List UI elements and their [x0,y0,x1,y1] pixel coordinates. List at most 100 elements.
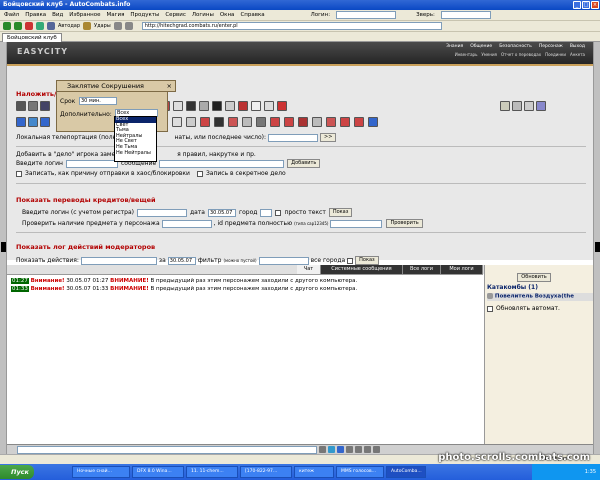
subnav-profile[interactable]: Анкета [570,52,585,57]
spell-icon[interactable] [214,117,224,127]
spell-icon[interactable] [40,117,50,127]
subnav-skills[interactable]: Умения [481,52,497,57]
player-row[interactable]: Повелитель Воздуха(the [487,293,593,301]
tab-system-messages[interactable]: Системные сообщения [321,265,403,274]
menu-logins[interactable]: Логины [192,12,214,18]
spell-icon[interactable] [354,117,364,127]
auto-refresh-checkbox[interactable] [487,305,493,312]
filter-icon[interactable] [346,446,353,453]
menu-file[interactable]: Файл [4,12,19,18]
transfers-date-input[interactable]: 30.05.07 [207,208,236,217]
spell-icon[interactable] [312,117,322,127]
back-icon[interactable] [3,22,11,30]
subnav-inventory[interactable]: Инвентарь [455,52,478,57]
tab-all-logs[interactable]: Все логи [403,265,441,274]
menu-favorites[interactable]: Избранное [69,12,100,18]
menu-view[interactable]: Вид [52,12,63,18]
spell-icon[interactable] [225,101,235,111]
right-collapse-handle[interactable] [595,242,600,252]
send-icon[interactable] [319,446,326,453]
taskbar-item[interactable]: 11. 11-chem... [186,466,238,478]
spell-icon[interactable] [16,117,26,127]
spell-icon[interactable] [186,101,196,111]
moder-date-input[interactable]: 30.05.07 [167,256,196,265]
login-select[interactable] [336,11,397,19]
transfers-city-select[interactable] [260,208,273,217]
browser-tab[interactable]: Бойцовский клуб [2,33,62,42]
nav-exit[interactable]: Выход [570,44,585,49]
smiles-icon[interactable] [328,446,335,453]
dialog-term-select[interactable]: 30 мин. [79,97,117,105]
spell-icon[interactable] [270,117,280,127]
maximize-button[interactable]: □ [582,1,590,9]
menu-edit[interactable]: Правка [25,12,46,18]
taskbar-item[interactable]: Ночные снай... [72,466,130,478]
item-check-button[interactable]: Проверить [386,219,423,228]
case-add-button[interactable]: Добавить [287,159,321,168]
transfers-show-button[interactable]: Показ [328,208,353,217]
spell-icon[interactable] [512,101,522,111]
moder-actions-select[interactable] [80,256,157,265]
nav-knowledge[interactable]: Знания [446,44,463,49]
spell-icon[interactable] [28,101,38,111]
menu-magic[interactable]: Магия [107,12,125,18]
spell-icon[interactable] [242,117,252,127]
dropdown-option[interactable]: Не Нейтралы [115,150,156,157]
spell-icon[interactable] [251,101,261,111]
item-owner-input[interactable] [161,219,212,228]
address-bar[interactable]: http://hitechgrad.combats.ru/enter.pl [141,22,442,30]
spell-icon[interactable] [368,117,378,127]
menu-help[interactable]: Справка [240,12,264,18]
stop-icon[interactable] [25,22,33,30]
left-frame-bar[interactable] [0,42,7,462]
teleport-input[interactable] [268,133,319,142]
scroll-icon[interactable] [373,446,380,453]
moder-all-cities-checkbox[interactable] [347,257,354,264]
nav-chat[interactable]: Общение [470,44,492,49]
autodef-button[interactable]: Автодар [58,23,80,29]
taskbar-item[interactable]: MMS голосов... [336,466,384,478]
subnav-transfers[interactable]: Отчет о переводах [501,52,541,57]
sound-icon[interactable] [364,446,371,453]
print-icon[interactable] [124,22,133,30]
moder-show-button[interactable]: Показ [355,256,379,265]
right-frame-bar[interactable] [593,42,600,462]
spell-icon[interactable] [173,101,183,111]
extra-dropdown-list[interactable]: Всех Свет Тьма Нейтралы Не Свет Не Тьма … [114,116,157,162]
runes-icon[interactable] [83,22,92,30]
case-message-input[interactable] [159,159,285,168]
spell-icon[interactable] [500,101,510,111]
runes-button[interactable]: Удары [94,23,111,29]
minimize-button[interactable]: _ [573,1,581,9]
spell-icon[interactable] [524,101,534,111]
spell-icon[interactable] [277,101,287,111]
tab-my-logs[interactable]: Мои логи [441,265,483,274]
spell-icon[interactable] [212,101,222,111]
forward-icon[interactable] [14,22,22,30]
teleport-go-button[interactable]: >> [320,133,337,142]
plain-text-checkbox[interactable] [275,209,282,216]
spell-icon[interactable] [172,117,182,127]
nav-security[interactable]: Безопасность [499,44,532,49]
secret-checkbox[interactable] [196,170,203,177]
moder-filter-input[interactable] [258,256,309,265]
left-collapse-handle[interactable] [1,242,6,252]
chaos-checkbox[interactable] [16,170,22,177]
spell-icon[interactable] [186,117,196,127]
beast-select[interactable] [440,11,491,19]
refresh-icon[interactable] [36,22,44,30]
spell-icon[interactable] [238,101,248,111]
menu-windows[interactable]: Окна [220,12,235,18]
clear-icon[interactable] [337,446,344,453]
player-name[interactable]: Повелитель Воздуха(the [495,294,574,300]
spell-icon[interactable] [284,117,294,127]
nav-character[interactable]: Персонаж [539,44,563,49]
home-icon[interactable] [47,22,55,30]
translit-icon[interactable] [355,446,362,453]
spell-icon[interactable] [200,117,210,127]
spell-icon[interactable] [256,117,266,127]
spell-icon[interactable] [340,117,350,127]
spell-icon[interactable] [298,117,308,127]
menu-products[interactable]: Продукты [130,12,159,18]
spell-icon[interactable] [228,117,238,127]
